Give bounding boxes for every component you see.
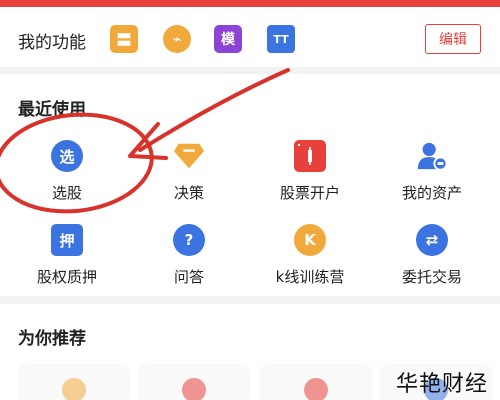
my-functions-bar: 我的功能 〓 ⌁ 模 TT 编辑	[0, 7, 500, 67]
recommend-title: 为你推荐	[18, 329, 86, 349]
recent-item-label: 股权质押	[36, 268, 97, 286]
trend-icon[interactable]: ⌁	[163, 25, 191, 53]
strategy-icon[interactable]: 〓	[110, 25, 138, 53]
recent-title: 最近使用	[18, 100, 86, 120]
recent-item-decision[interactable]: 决策	[134, 140, 244, 210]
my-assets-icon	[416, 140, 448, 172]
recommend-card-icon	[304, 378, 328, 400]
watermark-text: 华艳财经	[396, 372, 489, 397]
recent-item-qa[interactable]: ? 问答	[134, 224, 244, 294]
my-functions-title: 我的功能	[18, 33, 86, 53]
recent-item-label: 委托交易	[401, 268, 462, 286]
kline-training-icon: K	[294, 224, 326, 256]
edit-button[interactable]: 编辑	[425, 24, 481, 54]
top-status-bar	[0, 0, 500, 7]
recent-item-open-account[interactable]: 股票开户	[255, 140, 365, 210]
recent-item-label: 决策	[173, 184, 204, 202]
recommend-card[interactable]	[20, 366, 128, 400]
recent-section: 最近使用 选 选股 决策 股票开户 我的资产 押 股权质押 ? 问答 K k线训…	[0, 74, 500, 296]
recommend-card-icon	[62, 378, 86, 400]
recent-item-label: 我的资产	[401, 184, 462, 202]
qa-icon: ?	[173, 224, 205, 256]
recent-item-my-assets[interactable]: 我的资产	[377, 140, 487, 210]
recent-item-label: 问答	[173, 268, 204, 286]
pledge-icon: 押	[51, 224, 83, 256]
recent-item-label: k线训练营	[275, 268, 345, 286]
recent-item-kline-training[interactable]: K k线训练营	[255, 224, 365, 294]
recommend-card[interactable]	[140, 366, 248, 400]
recent-item-stock-pick[interactable]: 选 选股	[12, 140, 122, 210]
text-tool-icon[interactable]: TT	[267, 25, 295, 53]
recent-item-label: 选股	[51, 184, 82, 202]
entrust-trade-icon: ⇄	[416, 224, 448, 256]
recent-item-entrust-trade[interactable]: ⇄ 委托交易	[377, 224, 487, 294]
recommend-card[interactable]	[262, 366, 370, 400]
simulation-icon[interactable]: 模	[214, 25, 242, 53]
recommend-card-icon	[182, 378, 206, 400]
recent-item-label: 股票开户	[279, 184, 340, 202]
decision-diamond-icon	[173, 140, 205, 172]
stock-pick-icon: 选	[51, 140, 83, 172]
recent-item-pledge[interactable]: 押 股权质押	[12, 224, 122, 294]
open-account-icon	[294, 140, 326, 172]
